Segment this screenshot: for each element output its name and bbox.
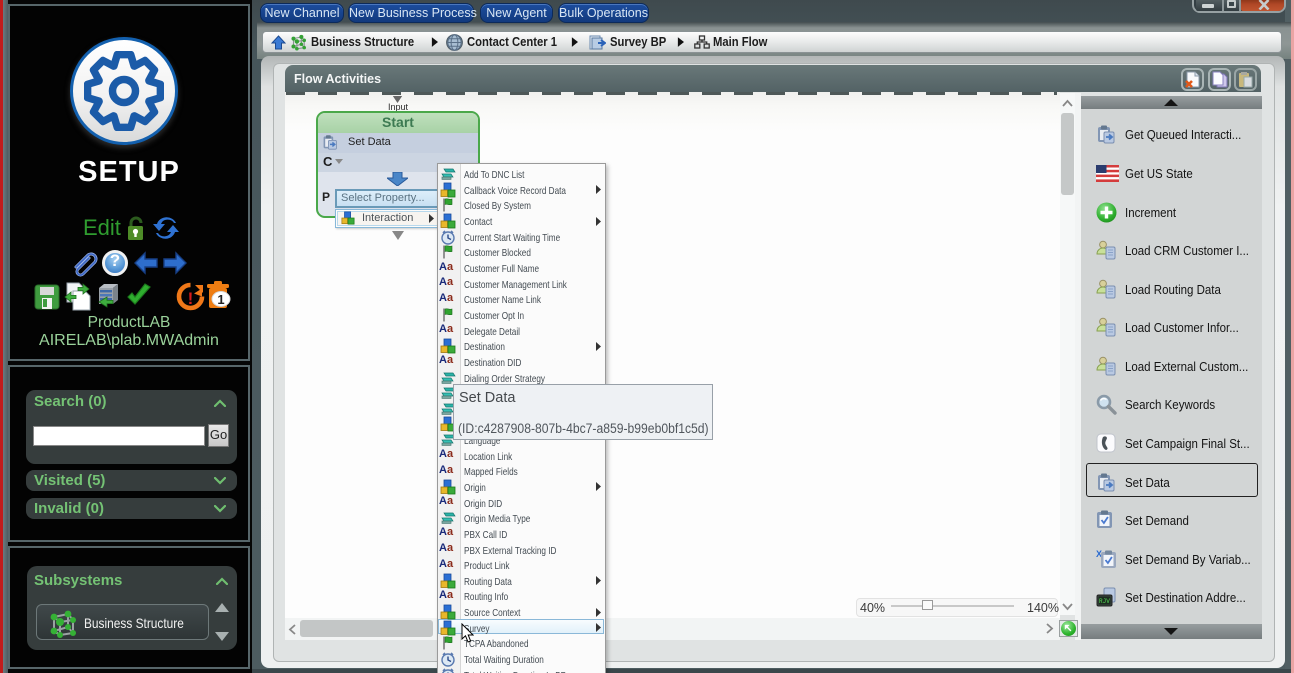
svg-text:!: ! (188, 289, 194, 308)
svg-text:1: 1 (217, 292, 224, 307)
svg-text:RJV: RJV (1099, 598, 1110, 605)
